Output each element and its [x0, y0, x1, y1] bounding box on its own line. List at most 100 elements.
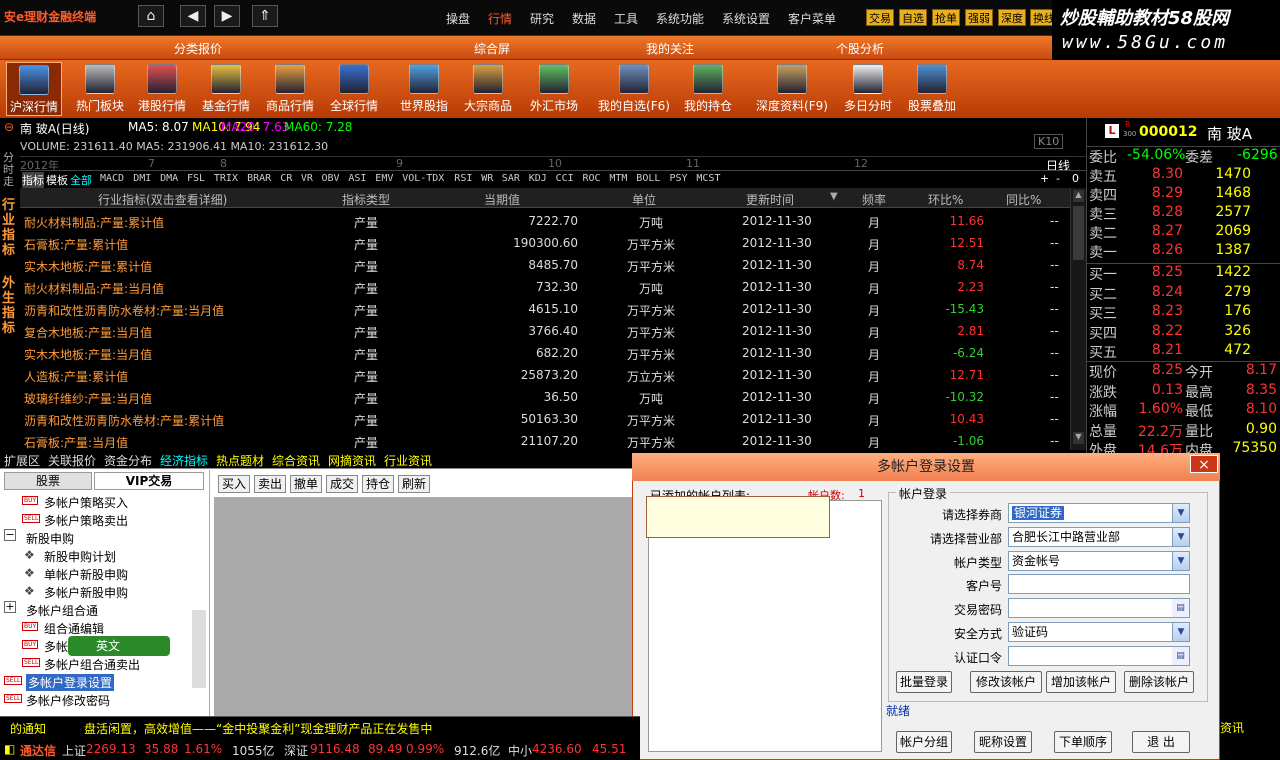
tool-4[interactable]: 商品行情: [260, 62, 320, 116]
indicator-tab-2[interactable]: 全部: [70, 172, 92, 188]
table-row[interactable]: 耐火材料制品:产量:当月值 产量 732.30 万吨 2012-11-30 月 2.23 --: [20, 276, 1070, 298]
home-button[interactable]: ⌂: [138, 5, 164, 27]
tab-stock-analysis[interactable]: 个股分析: [836, 40, 884, 57]
sh-label[interactable]: 上证: [62, 742, 86, 759]
col-date[interactable]: 更新时间: [746, 191, 794, 208]
indicator-tab-0[interactable]: 指标: [22, 172, 44, 188]
ticker-text[interactable]: 盘活闲置，高效增值——“金中投聚金利”现金理财产品正在发售中: [84, 720, 432, 737]
menu-1[interactable]: 行情: [488, 10, 512, 27]
indicator-tab-18[interactable]: KDJ: [529, 173, 547, 184]
tab-vip[interactable]: VIP交易: [94, 472, 204, 490]
table-row[interactable]: 沥青和改性沥青防水卷材:产量:累计值 产量 50163.30 万平方米 2012-11-…: [20, 408, 1070, 430]
tree-item[interactable]: 多帐户修改密码: [26, 692, 110, 709]
tree-item[interactable]: 多帐户组合通卖出: [44, 656, 140, 673]
tab-my-focus[interactable]: 我的关注: [646, 40, 694, 57]
dialog-bottom-button-3[interactable]: 退 出: [1132, 731, 1190, 753]
tool-2[interactable]: 港股行情: [132, 62, 192, 116]
tool-13[interactable]: 股票叠加: [902, 62, 962, 116]
table-row[interactable]: 耐火材料制品:产量:累计值 产量 7222.70 万吨 2012-11-30 月 11.66…: [20, 210, 1070, 232]
col-yoy[interactable]: 同比%: [1006, 191, 1041, 208]
indicator-tab-20[interactable]: ROC: [583, 173, 601, 184]
side-label-intraday[interactable]: 分时走: [3, 152, 17, 188]
col-freq[interactable]: 频率: [862, 191, 886, 208]
collapse-icon[interactable]: ⊖: [4, 120, 14, 134]
menu-0[interactable]: 操盘: [446, 10, 470, 27]
field-input-2[interactable]: 资金帐号 ▼: [1008, 550, 1190, 571]
indicator-tab-14[interactable]: VOL-TDX: [402, 173, 444, 184]
trade-button-3[interactable]: 成交: [326, 475, 359, 493]
tree-item[interactable]: 新股申购计划: [44, 548, 116, 565]
trade-button-4[interactable]: 持仓: [362, 475, 395, 493]
close-button[interactable]: ×: [1190, 455, 1218, 473]
field-input-0[interactable]: 银河证券 ▼: [1008, 503, 1190, 523]
indicator-tab-10[interactable]: VR: [301, 173, 313, 184]
side-label-industry[interactable]: 行业指标: [2, 198, 18, 258]
indicator-tab-5[interactable]: DMA: [160, 173, 178, 184]
tool-5[interactable]: 全球行情: [324, 62, 384, 116]
table-row[interactable]: 人造板:产量:累计值 产量 25873.20 万立方米 2012-11-30 月 12.71…: [20, 364, 1070, 386]
tree-item[interactable]: 单帐户新股申购: [44, 566, 128, 583]
zoom-out-button[interactable]: -: [1056, 172, 1060, 185]
table-scrollbar[interactable]: ▲ ▼: [1070, 188, 1086, 450]
field-input-3[interactable]: [1008, 574, 1190, 595]
keyboard-icon[interactable]: ▤: [1172, 646, 1189, 665]
indicator-tab-11[interactable]: OBV: [322, 173, 340, 184]
col-indicator[interactable]: 行业指标(双击查看详细): [98, 191, 227, 208]
table-row[interactable]: 实木木地板:产量:累计值 产量 8485.70 万平方米 2012-11-30 月 8.74…: [20, 254, 1070, 276]
indicator-tab-7[interactable]: TRIX: [214, 173, 238, 184]
back-button[interactable]: ◀: [180, 5, 206, 27]
col-value[interactable]: 当期值: [484, 191, 520, 208]
tool-1[interactable]: 热门板块: [70, 62, 130, 116]
indicator-tab-1[interactable]: 模板: [46, 172, 68, 188]
indicator-tab-9[interactable]: CR: [280, 173, 292, 184]
tab-stock[interactable]: 股票: [4, 472, 92, 490]
tree-item[interactable]: 多帐户策略买入: [44, 494, 128, 511]
chevron-down-icon[interactable]: ▼: [1172, 551, 1189, 570]
menu-4[interactable]: 工具: [614, 10, 638, 27]
col-unit[interactable]: 单位: [632, 191, 656, 208]
quick-button-2[interactable]: 抢单: [932, 9, 960, 26]
link-3[interactable]: 经济指标: [160, 452, 208, 469]
dialog-button-3[interactable]: 删除该帐户: [1124, 671, 1194, 693]
dialog-bottom-button-2[interactable]: 下单顺序: [1054, 731, 1112, 753]
keyboard-icon[interactable]: ▤: [1172, 599, 1189, 618]
tree-item[interactable]: 新股申购: [26, 530, 74, 547]
collapse-icon[interactable]: −: [4, 529, 16, 541]
indicator-tab-12[interactable]: ASI: [348, 173, 366, 184]
tool-6[interactable]: 世界股指: [396, 62, 452, 116]
tool-11[interactable]: 深度资料(F9): [752, 62, 832, 116]
table-row[interactable]: 沥青和改性沥青防水卷材:产量:当月值 产量 4615.10 万平方米 2012-11-3…: [20, 298, 1070, 320]
table-row[interactable]: 实木木地板:产量:当月值 产量 682.20 万平方米 2012-11-30 月 -6.24…: [20, 342, 1070, 364]
zoom-in-button[interactable]: +: [1040, 172, 1049, 185]
zx-label[interactable]: 中小: [508, 742, 532, 759]
tool-9[interactable]: 我的自选(F6): [594, 62, 674, 116]
tab-composite[interactable]: 综合屏: [474, 40, 510, 57]
quick-button-0[interactable]: 交易: [866, 9, 894, 26]
dialog-button-0[interactable]: 批量登录: [896, 671, 952, 693]
trade-button-2[interactable]: 撤单: [290, 475, 323, 493]
indicator-tab-24[interactable]: MCST: [696, 173, 720, 184]
trade-button-5[interactable]: 刷新: [398, 475, 431, 493]
sz-label[interactable]: 深证: [284, 742, 308, 759]
link-4[interactable]: 热点题材: [216, 452, 264, 469]
scroll-up-icon[interactable]: ▲: [1073, 190, 1084, 202]
tree-item[interactable]: 多帐户策略卖出: [44, 512, 128, 529]
indicator-tab-13[interactable]: EMV: [375, 173, 393, 184]
tab-category-quotes[interactable]: 分类报价: [174, 40, 222, 57]
tool-3[interactable]: 基金行情: [196, 62, 256, 116]
sort-down-icon[interactable]: ▼: [830, 191, 838, 202]
chevron-down-icon[interactable]: ▼: [1172, 623, 1189, 641]
field-input-5[interactable]: 验证码 ▼: [1008, 622, 1190, 642]
link-7[interactable]: 行业资讯: [384, 452, 432, 469]
col-type[interactable]: 指标类型: [342, 191, 390, 208]
dialog-bottom-button-0[interactable]: 帐户分组: [896, 731, 952, 753]
reset-button[interactable]: 0: [1072, 172, 1079, 185]
col-mom[interactable]: 环比%: [928, 191, 963, 208]
tree-item[interactable]: 组合通编辑: [44, 620, 104, 637]
link-2[interactable]: 资金分布: [104, 452, 152, 469]
table-row[interactable]: 复合木地板:产量:当月值 产量 3766.40 万平方米 2012-11-30 月 2.81…: [20, 320, 1070, 342]
indicator-tab-4[interactable]: DMI: [133, 173, 151, 184]
scroll-down-icon[interactable]: ▼: [1073, 432, 1084, 444]
menu-2[interactable]: 研究: [530, 10, 554, 27]
dialog-button-2[interactable]: 增加该帐户: [1046, 671, 1116, 693]
